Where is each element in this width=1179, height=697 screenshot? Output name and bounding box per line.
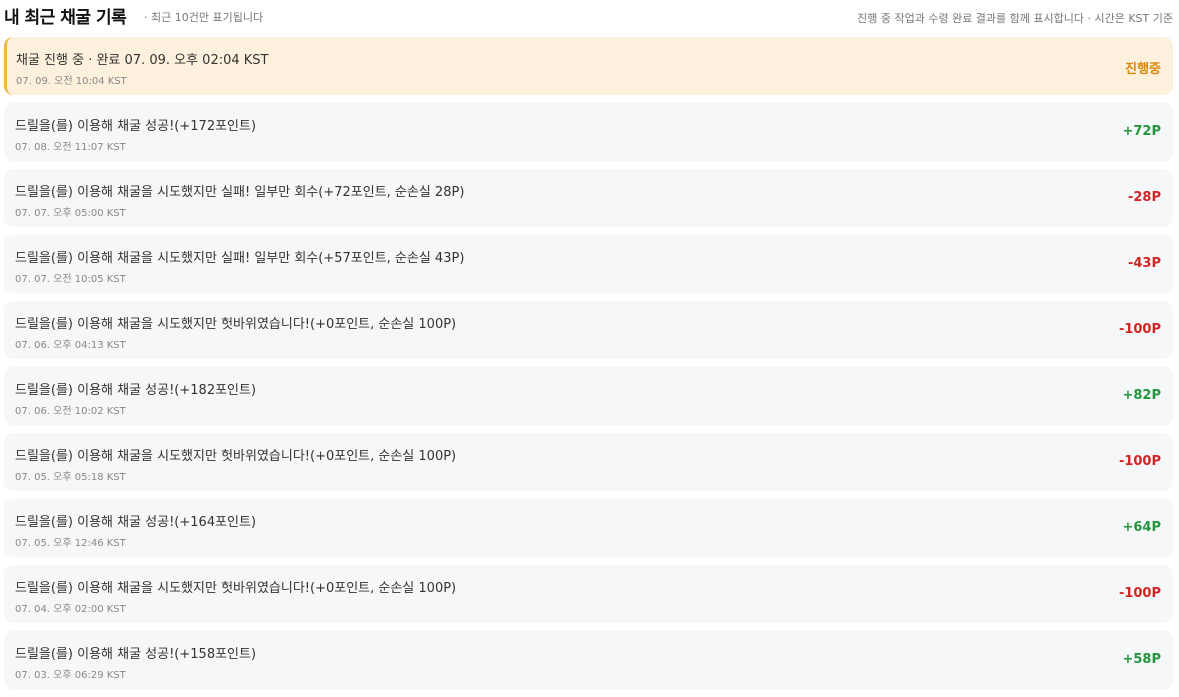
header-note: 진행 중 작업과 수령 완료 결과를 함께 표시합니다 · 시간은 KST 기준	[857, 12, 1173, 25]
record-timestamp: 07. 07. 오후 05:00 KST	[15, 208, 126, 219]
record-row: 드릴을(를) 이용해 채굴 성공!(+172포인트) 07. 08. 오전 11…	[4, 103, 1173, 161]
record-row: 드릴을(를) 이용해 채굴 성공!(+158포인트) 07. 03. 오후 06…	[4, 631, 1173, 689]
record-timestamp: 07. 06. 오전 10:02 KST	[15, 406, 126, 417]
record-row: 드릴을(를) 이용해 채굴을 시도했지만 헛바위였습니다!(+0포인트, 순손실…	[4, 433, 1173, 491]
record-timestamp: 07. 05. 오후 05:18 KST	[15, 472, 126, 483]
record-description: 드릴을(를) 이용해 채굴 성공!(+182포인트)	[15, 383, 257, 398]
record-points: +82P	[1122, 388, 1161, 403]
record-description: 드릴을(를) 이용해 채굴을 시도했지만 실패! 일부만 회수(+57포인트, …	[15, 251, 465, 266]
mining-record-list: 채굴 진행 중 · 완료 07. 09. 오후 02:04 KST 07. 09…	[4, 37, 1173, 697]
record-row: 채굴 진행 중 · 완료 07. 09. 오후 02:04 KST 07. 09…	[4, 37, 1173, 95]
record-timestamp: 07. 06. 오후 04:13 KST	[15, 340, 126, 351]
record-timestamp: 07. 08. 오전 11:07 KST	[15, 142, 126, 153]
record-status-badge: 진행중	[1125, 62, 1161, 77]
record-row: 드릴을(를) 이용해 채굴을 시도했지만 실패! 일부만 회수(+57포인트, …	[4, 235, 1173, 293]
page-subtitle: · 최근 10건만 표기됩니다	[144, 11, 264, 24]
record-timestamp: 07. 04. 오후 02:00 KST	[15, 604, 126, 615]
record-row: 드릴을(를) 이용해 채굴을 시도했지만 헛바위였습니다!(+0포인트, 순손실…	[4, 301, 1173, 359]
record-description: 드릴을(를) 이용해 채굴 성공!(+172포인트)	[15, 119, 257, 134]
record-points: +58P	[1122, 652, 1161, 667]
record-points: -43P	[1127, 256, 1161, 271]
record-description: 드릴을(를) 이용해 채굴을 시도했지만 실패! 일부만 회수(+72포인트, …	[15, 185, 465, 200]
record-timestamp: 07. 03. 오후 06:29 KST	[15, 670, 126, 681]
history-header: 내 최근 채굴 기록 · 최근 10건만 표기됩니다 진행 중 작업과 수령 완…	[4, 0, 1173, 34]
record-points: -100P	[1118, 322, 1161, 337]
record-row: 드릴을(를) 이용해 채굴을 시도했지만 헛바위였습니다!(+0포인트, 순손실…	[4, 565, 1173, 623]
record-description: 채굴 진행 중 · 완료 07. 09. 오후 02:04 KST	[16, 53, 269, 68]
record-description: 드릴을(를) 이용해 채굴 성공!(+158포인트)	[15, 647, 257, 662]
record-description: 드릴을(를) 이용해 채굴을 시도했지만 헛바위였습니다!(+0포인트, 순손실…	[15, 317, 457, 332]
record-description: 드릴을(를) 이용해 채굴 성공!(+164포인트)	[15, 515, 257, 530]
record-points: -28P	[1127, 190, 1161, 205]
record-timestamp: 07. 07. 오전 10:05 KST	[15, 274, 126, 285]
record-points: +72P	[1122, 124, 1161, 139]
record-points: +64P	[1122, 520, 1161, 535]
page-title: 내 최근 채굴 기록	[4, 8, 127, 28]
record-timestamp: 07. 09. 오전 10:04 KST	[16, 76, 127, 87]
record-row: 드릴을(를) 이용해 채굴 성공!(+182포인트) 07. 06. 오전 10…	[4, 367, 1173, 425]
record-row: 드릴을(를) 이용해 채굴을 시도했지만 실패! 일부만 회수(+72포인트, …	[4, 169, 1173, 227]
record-timestamp: 07. 05. 오후 12:46 KST	[15, 538, 126, 549]
record-points: -100P	[1118, 586, 1161, 601]
record-points: -100P	[1118, 454, 1161, 469]
record-description: 드릴을(를) 이용해 채굴을 시도했지만 헛바위였습니다!(+0포인트, 순손실…	[15, 581, 457, 596]
record-description: 드릴을(를) 이용해 채굴을 시도했지만 헛바위였습니다!(+0포인트, 순손실…	[15, 449, 457, 464]
record-row: 드릴을(를) 이용해 채굴 성공!(+164포인트) 07. 05. 오후 12…	[4, 499, 1173, 557]
